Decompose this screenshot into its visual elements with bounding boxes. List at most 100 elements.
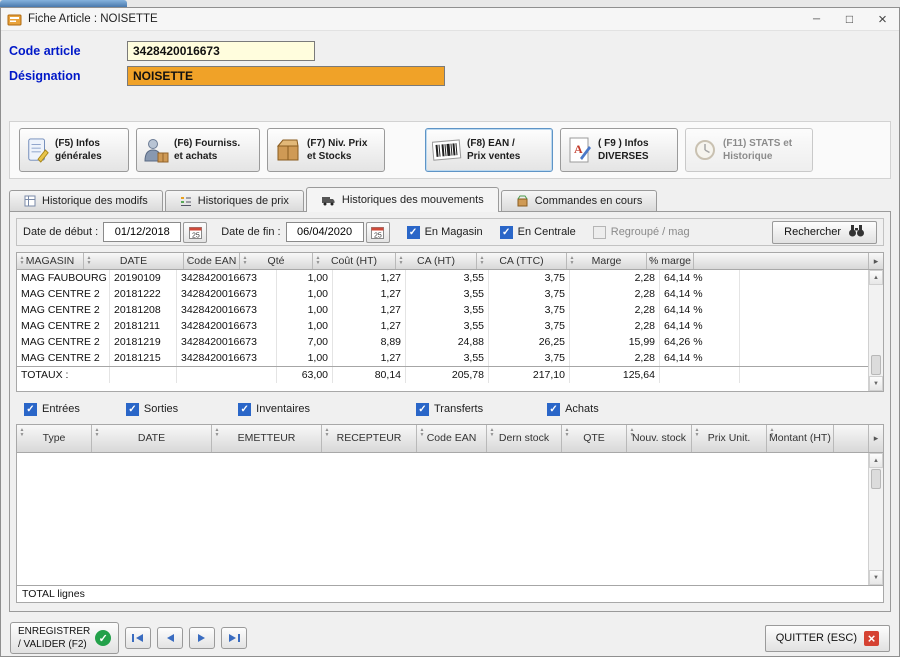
scrollbar-thumb[interactable] xyxy=(871,469,881,489)
save-button[interactable]: ENREGISTRER / VALIDER (F2) xyxy=(10,622,119,654)
niveau-prix-stocks-button[interactable]: (F7) Niv. Prixet Stocks xyxy=(267,128,385,172)
filterbar: Date de début : 25 Date de fin : 25 En M… xyxy=(16,218,884,246)
column-header[interactable]: RECEPTEUR xyxy=(322,425,417,452)
checkbox-icon xyxy=(24,403,37,416)
checkbox-icon xyxy=(547,403,560,416)
cell-code-ean: 3428420016673 xyxy=(177,302,277,318)
tab-commandes-en-cours[interactable]: Commandes en cours xyxy=(501,190,658,211)
date-start-input[interactable] xyxy=(103,222,181,242)
column-header[interactable]: Code EAN xyxy=(417,425,487,452)
scroll-down-icon[interactable] xyxy=(869,376,883,391)
table-row[interactable]: MAG FAUBOURG 20190109 3428420016673 1,00… xyxy=(17,270,868,286)
detail-scrollbar[interactable] xyxy=(868,453,883,585)
cell-ca-ttc: 3,75 xyxy=(489,286,570,302)
column-header[interactable]: DATE xyxy=(92,425,212,452)
column-header[interactable]: Marge xyxy=(567,253,647,269)
cell-code-ean: 3428420016673 xyxy=(177,270,277,286)
column-label: RECEPTEUR xyxy=(337,433,402,445)
designation-field[interactable] xyxy=(127,66,445,86)
minimize-icon[interactable] xyxy=(800,8,833,30)
maximize-icon[interactable] xyxy=(833,8,866,30)
scrollbar-thumb[interactable] xyxy=(871,355,881,375)
date-end-input[interactable] xyxy=(286,222,364,242)
column-header[interactable]: Prix Unit. xyxy=(692,425,767,452)
scroll-down-icon[interactable] xyxy=(869,570,883,585)
column-header[interactable]: DATE xyxy=(84,253,184,269)
column-header[interactable]: Nouv. stock xyxy=(627,425,692,452)
movements-scrollbar[interactable] xyxy=(868,270,883,391)
scrollbar-track[interactable] xyxy=(869,468,883,570)
column-header[interactable]: QTE xyxy=(562,425,627,452)
entrees-checkbox[interactable]: Entrées xyxy=(24,403,80,416)
date-end-calendar-icon[interactable]: 25 xyxy=(366,222,390,243)
rechercher-button[interactable]: Rechercher xyxy=(772,221,877,244)
sorties-checkbox[interactable]: Sorties xyxy=(126,403,178,416)
column-header[interactable]: EMETTEUR xyxy=(212,425,322,452)
column-label: Montant (HT) xyxy=(769,433,831,445)
infos-generales-button[interactable]: (F5) Infosgénérales xyxy=(19,128,129,172)
stats-historique-button[interactable]: (F11) STATS etHistorique xyxy=(685,128,813,172)
infos-diverses-button[interactable]: A ( F9 ) InfosDIVERSES xyxy=(560,128,678,172)
code-article-field[interactable] xyxy=(127,41,315,61)
ean-prix-ventes-button[interactable]: (F8) EAN /Prix ventes xyxy=(425,128,553,172)
previous-record-button[interactable] xyxy=(157,627,183,649)
transferts-checkbox[interactable]: Transferts xyxy=(416,403,483,416)
scroll-up-icon[interactable] xyxy=(869,270,883,285)
cell-cout-ht: 1,27 xyxy=(333,270,406,286)
table-row[interactable]: MAG CENTRE 2 20181211 3428420016673 1,00… xyxy=(17,318,868,334)
column-header[interactable]: Code EAN xyxy=(184,253,240,269)
section-toolbar: (F5) Infosgénérales (F6) Fourniss.et ach… xyxy=(9,121,891,179)
cell-cout-ht: 8,89 xyxy=(333,334,406,350)
quit-button[interactable]: QUITTER (ESC) xyxy=(765,625,890,652)
column-header[interactable]: % marge xyxy=(647,253,694,269)
last-record-button[interactable] xyxy=(221,627,247,649)
column-header[interactable]: Type xyxy=(17,425,92,452)
fournisseurs-achats-button[interactable]: (F6) Fourniss.et achats xyxy=(136,128,260,172)
sort-icon xyxy=(213,428,221,438)
column-next-icon[interactable] xyxy=(868,253,883,269)
header-filler xyxy=(834,425,868,452)
sort-icon xyxy=(648,256,656,266)
scroll-up-icon[interactable] xyxy=(869,453,883,468)
box-icon xyxy=(274,136,302,164)
column-header[interactable]: Montant (HT) xyxy=(767,425,834,452)
achats-checkbox[interactable]: Achats xyxy=(547,403,599,416)
column-header[interactable]: Coût (HT) xyxy=(313,253,396,269)
en-centrale-checkbox[interactable]: En Centrale xyxy=(500,226,576,239)
column-header[interactable]: Qté xyxy=(240,253,313,269)
empty-rows-space xyxy=(17,383,868,391)
close-icon[interactable] xyxy=(866,8,899,30)
column-header[interactable]: MAGASIN xyxy=(17,253,84,269)
table-row[interactable]: MAG CENTRE 2 20181222 3428420016673 1,00… xyxy=(17,286,868,302)
en-magasin-checkbox[interactable]: En Magasin xyxy=(407,226,483,239)
column-next-icon[interactable] xyxy=(868,425,883,452)
last-record-icon xyxy=(227,631,241,646)
background-window-tab xyxy=(0,0,127,7)
first-record-button[interactable] xyxy=(125,627,151,649)
column-header[interactable]: Dern stock xyxy=(487,425,562,452)
window-controls xyxy=(800,8,899,30)
detail-header-columns: Type DATE EMETTEUR xyxy=(17,425,834,452)
scrollbar-track[interactable] xyxy=(869,285,883,376)
column-label: Nouv. stock xyxy=(632,433,686,445)
button-label: (F8) EAN / xyxy=(467,138,515,149)
cell-date: 20181211 xyxy=(110,318,177,334)
inventaires-checkbox[interactable]: Inventaires xyxy=(238,403,310,416)
column-header[interactable]: CA (TTC) xyxy=(477,253,567,269)
column-label: CA (TTC) xyxy=(499,255,543,267)
column-header[interactable]: CA (HT) xyxy=(396,253,477,269)
tab-historiques-prix[interactable]: Historiques de prix xyxy=(165,190,304,211)
table-row[interactable]: MAG CENTRE 2 20181208 3428420016673 1,00… xyxy=(17,302,868,318)
next-record-button[interactable] xyxy=(189,627,215,649)
tab-historiques-mouvements[interactable]: Historiques des mouvements xyxy=(306,187,499,211)
sort-icon xyxy=(18,428,26,438)
price-list-icon xyxy=(180,195,192,207)
detail-table-body xyxy=(17,453,883,585)
table-row[interactable]: MAG CENTRE 2 20181215 3428420016673 1,00… xyxy=(17,350,868,366)
button-label: générales xyxy=(55,151,102,162)
button-label: et achats xyxy=(174,151,217,162)
regroupe-mag-checkbox[interactable]: Regroupé / mag xyxy=(593,226,690,239)
tab-historique-modifs[interactable]: Historique des modifs xyxy=(9,190,163,211)
date-start-calendar-icon[interactable]: 25 xyxy=(183,222,207,243)
table-row[interactable]: MAG CENTRE 2 20181219 3428420016673 7,00… xyxy=(17,334,868,350)
